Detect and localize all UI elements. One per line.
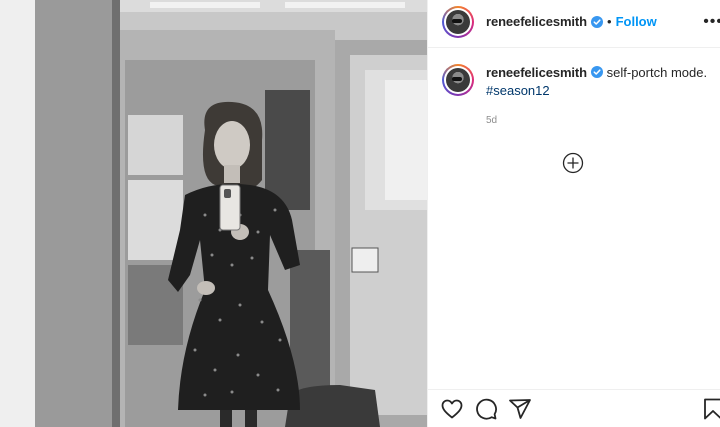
bookmark-icon[interactable] xyxy=(701,397,720,421)
follow-button[interactable]: Follow xyxy=(616,14,657,29)
header-username[interactable]: reneefelicesmith xyxy=(486,14,587,29)
caption-text-block: reneefelicesmith self-portch mode. #seas… xyxy=(486,64,720,130)
caption-text: self-portch mode. xyxy=(606,65,708,80)
post-photo[interactable] xyxy=(0,0,427,427)
verified-badge-icon xyxy=(591,15,604,28)
comment-icon[interactable] xyxy=(474,397,498,421)
share-icon[interactable] xyxy=(508,397,532,421)
separator-dot: • xyxy=(607,14,612,29)
post-age: 5d xyxy=(486,115,498,126)
caption: reneefelicesmith self-portch mode. #seas… xyxy=(428,48,720,130)
plus-circle-icon[interactable] xyxy=(562,152,584,174)
caption-username[interactable]: reneefelicesmith xyxy=(486,65,587,80)
hashtag-link[interactable]: #season12 xyxy=(486,83,550,98)
caption-avatar[interactable] xyxy=(442,64,474,96)
avatar[interactable] xyxy=(442,5,474,38)
instagram-post: reneefelicesmith • Follow ••• reneefelic… xyxy=(0,0,720,427)
post-header: reneefelicesmith • Follow ••• xyxy=(428,0,720,48)
heart-icon[interactable] xyxy=(440,397,464,421)
caption-profile-photo xyxy=(446,68,470,92)
more-options-icon[interactable]: ••• xyxy=(703,13,720,30)
verified-badge-icon xyxy=(591,66,604,78)
post-side-panel: reneefelicesmith • Follow ••• reneefelic… xyxy=(427,0,720,427)
photo-illustration xyxy=(0,0,427,427)
action-bar xyxy=(428,389,720,427)
profile-photo xyxy=(446,9,470,34)
